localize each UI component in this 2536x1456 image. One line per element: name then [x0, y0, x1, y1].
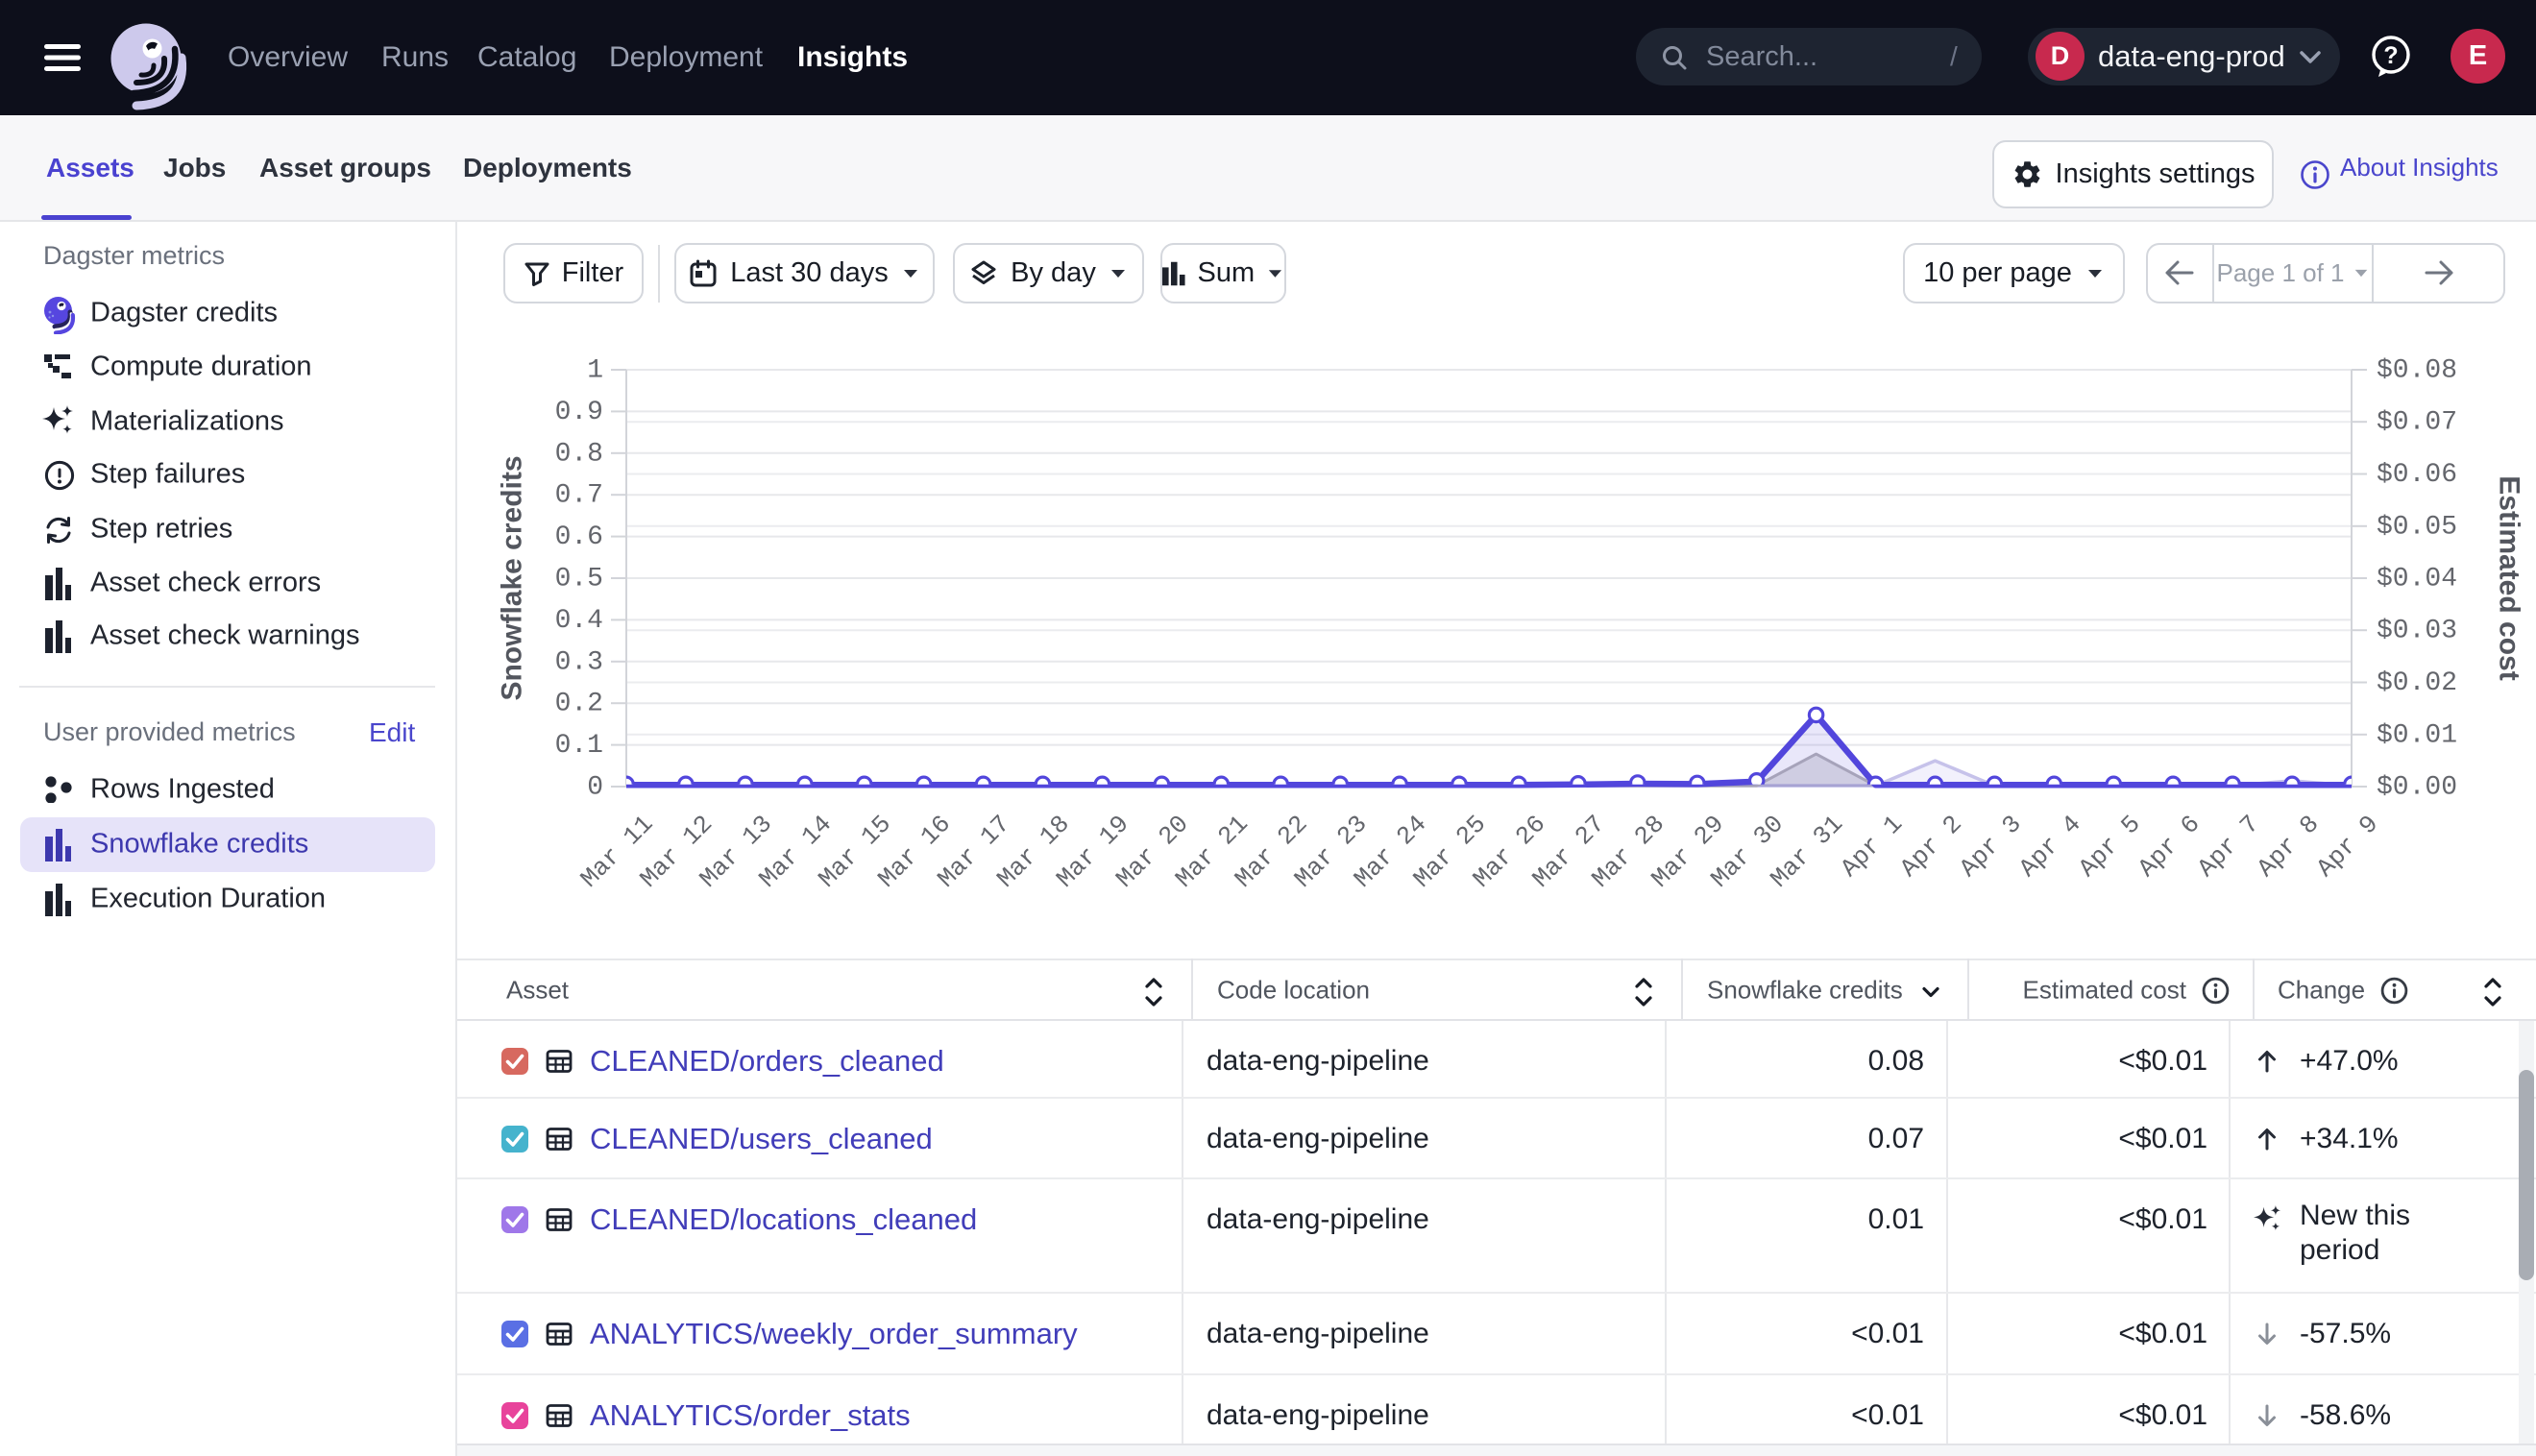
svg-text:Apr 2: Apr 2 [1894, 810, 1967, 883]
svg-text:Snowflake credits: Snowflake credits [497, 455, 528, 700]
svg-text:1: 1 [587, 356, 603, 386]
svg-text:$0.07: $0.07 [2377, 408, 2457, 438]
svg-text:0.9: 0.9 [555, 398, 603, 427]
svg-text:$0.00: $0.00 [2377, 773, 2457, 803]
svg-text:Apr 4: Apr 4 [2013, 810, 2086, 883]
svg-text:$0.05: $0.05 [2377, 512, 2457, 542]
svg-text:0.3: 0.3 [555, 647, 603, 677]
svg-text:Apr 9: Apr 9 [2311, 810, 2384, 883]
svg-text:Apr 3: Apr 3 [1954, 810, 2027, 883]
svg-text:$0.06: $0.06 [2377, 460, 2457, 490]
svg-text:Apr 7: Apr 7 [2192, 810, 2265, 883]
svg-text:0.8: 0.8 [555, 439, 603, 469]
svg-text:$0.03: $0.03 [2377, 617, 2457, 646]
svg-text:0: 0 [587, 773, 603, 803]
svg-text:$0.01: $0.01 [2377, 720, 2457, 750]
svg-text:0.7: 0.7 [555, 481, 603, 511]
svg-text:0.2: 0.2 [555, 690, 603, 719]
svg-text:Apr 1: Apr 1 [1835, 810, 1908, 883]
svg-text:0.4: 0.4 [555, 606, 603, 636]
svg-text:Estimated cost: Estimated cost [2494, 475, 2525, 680]
svg-text:0.6: 0.6 [555, 522, 603, 552]
svg-text:$0.02: $0.02 [2377, 668, 2457, 698]
svg-text:0.1: 0.1 [555, 731, 603, 761]
svg-text:Apr 6: Apr 6 [2133, 810, 2206, 883]
svg-text:Apr 8: Apr 8 [2252, 810, 2325, 883]
svg-text:Apr 5: Apr 5 [2073, 810, 2146, 883]
svg-text:$0.04: $0.04 [2377, 565, 2457, 595]
svg-text:0.5: 0.5 [555, 565, 603, 595]
svg-text:$0.08: $0.08 [2377, 356, 2457, 386]
svg-text:?: ? [2383, 42, 2398, 69]
